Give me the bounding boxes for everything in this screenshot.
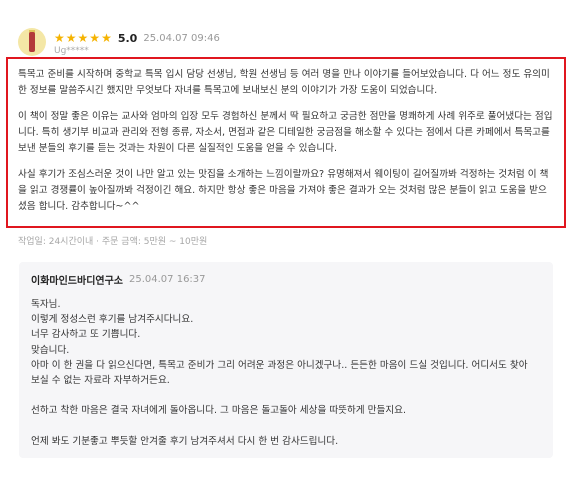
star-icon: ★ — [77, 31, 89, 45]
reply-line — [31, 388, 541, 403]
star-icon: ★ — [89, 31, 101, 45]
review-date: 25.04.07 09:46 — [143, 32, 220, 44]
review-paragraph: 특목고 준비를 시작하며 중학교 특목 입시 담당 선생님, 학원 선생님 등 … — [18, 69, 550, 96]
reply-author: 이화마인드바디연구소 — [31, 275, 123, 287]
star-icon: ★ — [54, 31, 65, 45]
reply-line: 아마 이 한 권을 다 읽으신다면, 특목고 준비가 그리 어려운 과정은 아니… — [31, 359, 528, 371]
star-icon: ★ — [101, 31, 112, 45]
reply-line: 독자님. — [31, 299, 61, 310]
reply-line: 너무 감사하고 또 기쁩니다. — [31, 329, 141, 341]
review-avatar — [18, 28, 46, 56]
rating-value: 5.0 — [117, 31, 138, 45]
reply-line: 선하고 착한 마음은 결국 자녀에게 돌아옵니다. 그 마음은 돌고돌아 세상을… — [31, 405, 407, 417]
reply-header: 이화마인드바디연구소 25.04.07 16:37 — [31, 271, 541, 287]
reply-line: 언제 봐도 기분좋고 뿌듯할 안겨줄 후기 남겨주셔서 다시 한 번 감사드립니… — [31, 435, 339, 447]
star-icon: ★ — [65, 31, 77, 45]
review-paragraph: 이 책이 정말 좋은 이유는 교사와 엄마의 입장 모두 경험하신 분께서 딱 … — [18, 111, 553, 154]
reply-line — [31, 419, 541, 434]
reviewer-id-text: Ug***** — [54, 46, 89, 56]
bottle-icon — [29, 32, 35, 52]
reviewer-id: Ug***** — [54, 46, 89, 56]
rating-stars: ★ ★ ★ ★ ★ — [54, 32, 112, 44]
reply-line: 이렇게 정성스런 후기를 남겨주시다니요. — [31, 314, 194, 326]
review-header: ★ ★ ★ ★ ★ 5.0 25.04.07 09:46 — [54, 30, 220, 46]
reply-text: 독자님. 이렇게 정성스런 후기를 남겨주시다니요. 너무 감사하고 또 기쁩니… — [31, 297, 541, 449]
review-body: 특목고 준비를 시작하며 중학교 특목 입시 담당 선생님, 학원 선생님 등 … — [6, 57, 566, 228]
seller-reply: 이화마인드바디연구소 25.04.07 16:37 독자님. 이렇게 정성스런 … — [19, 262, 553, 458]
reply-line: 맞습니다. — [31, 344, 70, 356]
reply-line: 보실 수 없는 자료라 자부하거든요. — [31, 375, 170, 387]
review-paragraph: 사실 후기가 조심스러운 것이 나만 알고 있는 맛집을 소개하는 느낌이랄까요… — [18, 169, 549, 212]
reply-date: 25.04.07 16:37 — [129, 273, 206, 285]
order-meta: 작업일: 24시간이내 · 주문 금액: 5만원 ~ 10만원 — [18, 237, 208, 247]
